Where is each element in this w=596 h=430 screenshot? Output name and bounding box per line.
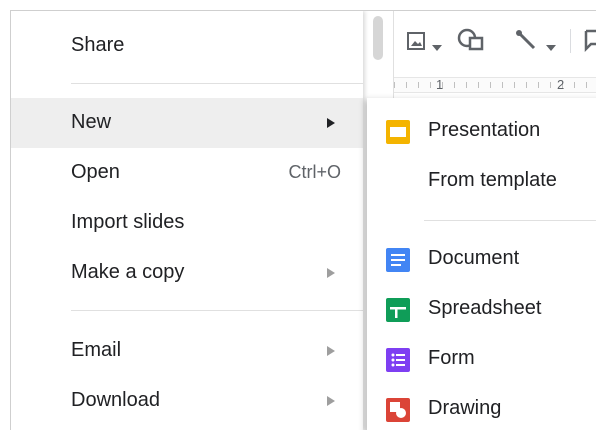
slides-icon xyxy=(386,120,410,144)
image-icon[interactable] xyxy=(406,30,428,57)
menu-item-label: Open xyxy=(71,161,120,183)
menu-scrollbar[interactable] xyxy=(373,16,383,60)
app-window: 1 2 Share New Open Ctrl+O Import slides … xyxy=(10,10,596,430)
menu-item-new[interactable]: New xyxy=(11,98,363,148)
chevron-down-icon[interactable] xyxy=(432,38,442,56)
menu-item-label: Download xyxy=(71,389,160,411)
drawings-icon xyxy=(386,398,410,422)
menu-item-label: Email xyxy=(71,339,122,361)
menu-item-label: Import slides xyxy=(71,211,185,233)
shape-icon[interactable] xyxy=(456,26,488,59)
submenu-item-label: Form xyxy=(428,347,475,369)
menu-item-import-slides[interactable]: Import slides xyxy=(11,198,363,248)
submenu-item-drawing[interactable]: Drawing xyxy=(367,384,596,430)
chevron-down-icon[interactable] xyxy=(546,38,556,56)
comment-icon[interactable] xyxy=(584,29,596,58)
submenu-item-label: From template xyxy=(428,169,557,191)
submenu-item-presentation[interactable]: Presentation xyxy=(367,106,596,156)
menu-separator xyxy=(71,310,363,311)
ruler-mark: 1 xyxy=(436,77,444,92)
ruler: 1 2 xyxy=(394,77,596,93)
submenu-item-label: Drawing xyxy=(428,397,502,419)
editor-toolbar xyxy=(394,11,596,77)
menu-separator xyxy=(71,83,363,84)
docs-icon xyxy=(386,248,410,272)
submenu-arrow-icon xyxy=(327,396,335,406)
toolbar-divider xyxy=(570,29,571,53)
submenu-item-label: Spreadsheet xyxy=(428,297,542,319)
new-submenu: Presentation From template Document Spre… xyxy=(367,98,596,430)
sheets-icon xyxy=(386,298,410,322)
ruler-mark: 2 xyxy=(557,77,565,92)
shortcut-label: Ctrl+O xyxy=(288,162,341,182)
submenu-item-document[interactable]: Document xyxy=(367,234,596,284)
menu-item-share[interactable]: Share xyxy=(11,21,363,71)
menu-item-make-a-copy[interactable]: Make a copy xyxy=(11,248,363,298)
submenu-separator xyxy=(424,220,596,221)
menu-item-open[interactable]: Open Ctrl+O xyxy=(11,148,363,198)
submenu-item-form[interactable]: Form xyxy=(367,334,596,384)
submenu-item-label: Document xyxy=(428,247,520,269)
ruler-ticks xyxy=(394,82,596,88)
submenu-item-label: Presentation xyxy=(428,119,541,141)
line-icon[interactable] xyxy=(514,27,540,58)
submenu-item-spreadsheet[interactable]: Spreadsheet xyxy=(367,284,596,334)
forms-icon xyxy=(386,348,410,372)
submenu-arrow-icon xyxy=(327,118,335,128)
submenu-arrow-icon xyxy=(327,268,335,278)
menu-item-label: Share xyxy=(71,34,125,56)
menu-item-label: New xyxy=(71,111,112,133)
menu-item-label: Make a copy xyxy=(71,261,185,283)
submenu-item-from-template[interactable]: From template xyxy=(367,156,596,206)
menu-item-download[interactable]: Download xyxy=(11,376,363,426)
submenu-arrow-icon xyxy=(327,346,335,356)
file-menu: Share New Open Ctrl+O Import slides Make… xyxy=(11,11,383,430)
menu-item-email[interactable]: Email xyxy=(11,326,363,376)
